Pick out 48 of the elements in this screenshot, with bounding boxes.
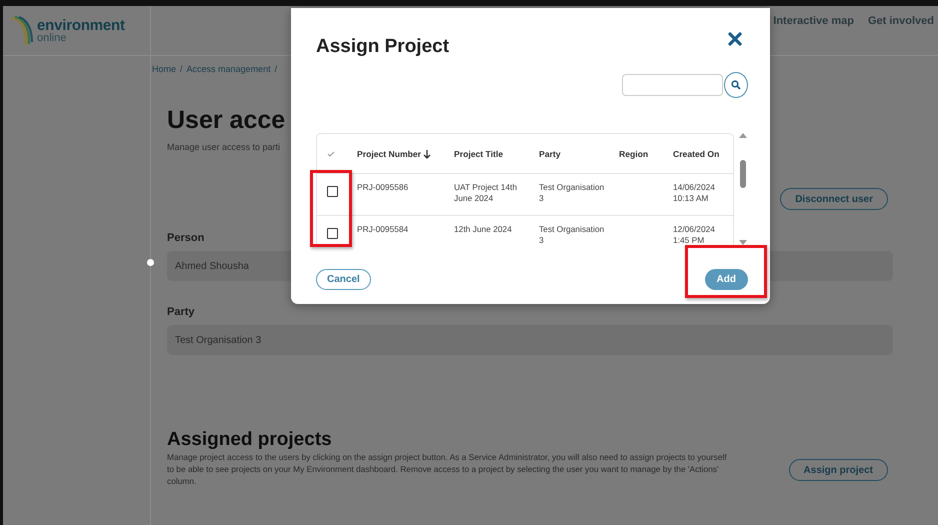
breadcrumb-link[interactable]: Access management — [186, 64, 271, 76]
table-cell-text: 14/06/2024 10:13 AM — [673, 182, 716, 204]
breadcrumb-link[interactable]: Home — [152, 64, 176, 76]
section-description: Manage project access to the users by clicking on the assign project button. As a Service Administrator, you will also need to assign projects to yourself to be able to see projects on your My Environment dashboard. Remove access to a project by selecting the user you want to manage by the 'Actions' column. — [167, 451, 727, 487]
table-cell-text: Test Organisation 3 — [539, 224, 606, 246]
table-cell-text: UAT Project 14th June 2024 — [454, 182, 518, 204]
logo-subtitle: online — [37, 32, 68, 44]
page-title: User acce — [167, 105, 286, 136]
row-checkbox[interactable] — [327, 186, 338, 197]
scroll-down-icon[interactable] — [739, 240, 747, 245]
nav-link[interactable]: Interactive map — [773, 15, 854, 27]
disconnect-user-button[interactable]: Disconnect user — [780, 188, 888, 210]
search-field[interactable] — [622, 74, 723, 96]
assign-project-button[interactable]: Assign project — [788, 459, 888, 481]
cancel-button[interactable]: Cancel — [316, 269, 371, 290]
table-cell-text: 12/06/2024 1:45 PM — [673, 224, 716, 246]
table-cell-text: Test Organisation 3 — [539, 182, 606, 204]
scrollbar[interactable] — [738, 133, 748, 245]
dialog-title: Assign Project — [316, 36, 450, 58]
field-label: Person — [167, 232, 204, 244]
section-title: Assigned projects — [167, 429, 333, 451]
column-header[interactable]: Project Number — [357, 148, 454, 158]
sort-down-icon — [423, 148, 431, 158]
check-icon — [327, 150, 335, 156]
breadcrumb-separator: / — [274, 64, 278, 76]
table-cell-text: 12th June 2024 — [454, 224, 513, 235]
column-header[interactable]: Project Title — [454, 148, 539, 158]
read-only-field: Test Organisation 3 — [167, 325, 893, 355]
column-header[interactable]: Region — [619, 148, 673, 158]
add-button[interactable]: Add — [704, 269, 748, 290]
swoosh-logo-icon — [11, 16, 33, 46]
step-dot — [147, 259, 154, 266]
search-button[interactable] — [724, 72, 748, 98]
close-button[interactable] — [728, 32, 742, 46]
table-cell-text: PRJ-0095584 — [357, 224, 410, 235]
table-cell-text: PRJ-0095586 — [357, 182, 410, 193]
column-header[interactable]: Created On — [673, 148, 733, 158]
page-subtitle: Manage user access to parti — [167, 142, 282, 152]
field-label: Party — [167, 306, 195, 318]
search-icon — [731, 80, 741, 90]
logo-title: environment — [37, 18, 125, 32]
close-icon — [728, 32, 742, 46]
breadcrumb-separator: / — [180, 64, 183, 76]
row-checkbox[interactable] — [327, 228, 338, 239]
column-header[interactable]: Party — [539, 148, 619, 158]
scroll-thumb[interactable] — [740, 160, 746, 188]
scroll-up-icon[interactable] — [739, 133, 747, 138]
nav-link[interactable]: Get involved — [868, 15, 934, 27]
